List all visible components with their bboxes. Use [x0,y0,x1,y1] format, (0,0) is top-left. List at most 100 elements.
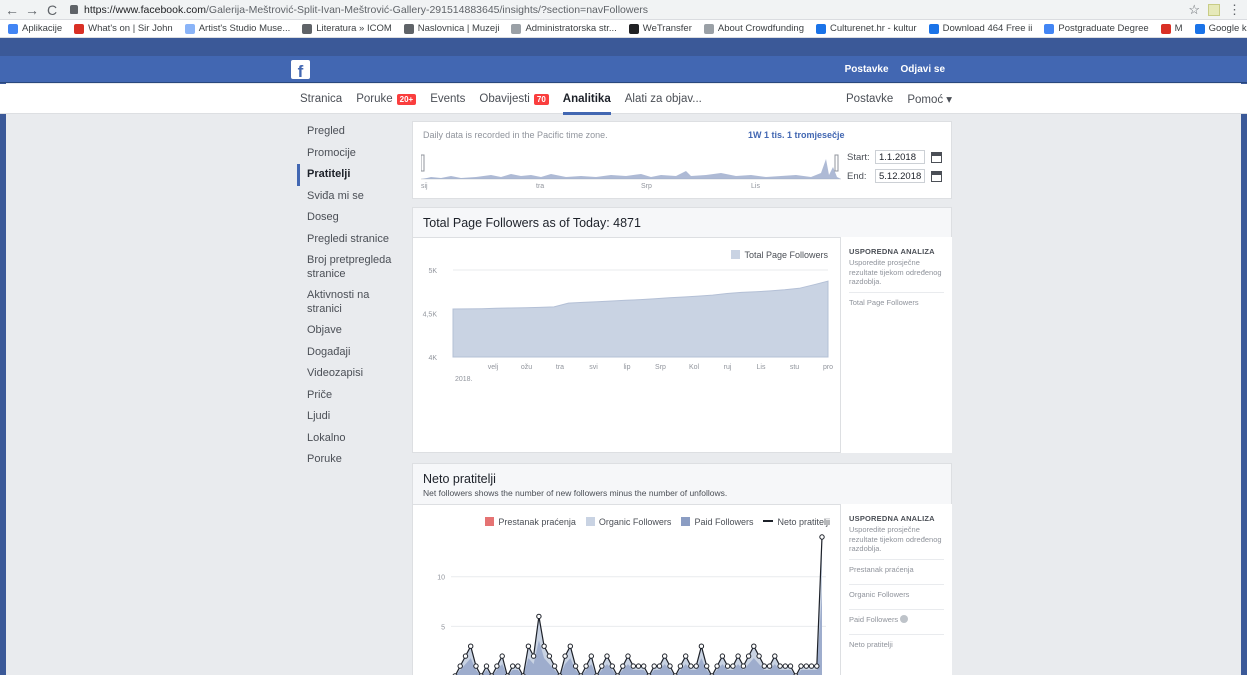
extension-icon[interactable] [1208,3,1220,16]
calendar-icon[interactable] [931,151,942,163]
net-followers-point [772,653,778,659]
followers-compare-panel: USPOREDNA ANALIZA Usporedite prosječne r… [840,237,952,453]
tab-obavijesti[interactable]: Obavijesti 70 [479,84,549,114]
compare-title: USPOREDNA ANALIZA [849,514,935,523]
bookmark-icon [184,23,195,34]
bookmark-item[interactable]: Culturenet.hr - kultur [815,23,917,34]
sidebar-item[interactable]: Pregled [297,121,405,143]
tab-events[interactable]: Events [430,84,465,114]
bookmark-icon [1160,23,1171,34]
range-presets[interactable]: 1W 1 tis. 1 tromjesečje [748,130,845,140]
fb-logout-link[interactable]: Odjavi se [901,64,945,75]
net-followers-point [473,663,479,669]
bookmark-label: Administratorska str... [525,23,617,34]
net-followers-point [798,663,804,669]
compare-item[interactable]: Paid Followers [849,608,944,629]
page-nav: Stranica Poruke 20+ Events Obavijesti 70 Anali… [0,84,1247,115]
sidebar-item[interactable]: Lokalno [297,428,405,450]
bookmark-item[interactable]: M [1160,23,1183,34]
sidebar-item[interactable]: Videozapisi [297,363,405,385]
calendar-icon[interactable] [931,170,942,182]
tab-label: Poruke [356,93,393,105]
timeline-mini-chart[interactable] [421,147,841,187]
net-followers-point [803,663,809,669]
info-icon[interactable] [900,614,909,623]
help-dropdown[interactable]: Pomoć ▾ [907,92,952,106]
net-followers-point [604,653,610,659]
sidebar-item[interactable]: Sviđa mi se [297,186,405,208]
sidebar-item[interactable]: Priče [297,385,405,407]
net-followers-point [510,663,516,669]
net-followers-point [698,643,705,649]
sidebar-item[interactable]: Aktivnosti na stranici [297,285,405,320]
bookmark-item[interactable]: About Crowdfunding [703,23,804,34]
y-tick-label: 10 [437,575,445,582]
compare-item[interactable]: Organic Followers [849,583,944,604]
bookmark-icon [703,23,714,34]
range-handle-right [834,154,839,172]
star-icon[interactable]: ☆ [1188,2,1200,18]
x-tick-label: Kol [689,364,700,371]
sidebar-item[interactable]: Pratitelji [297,164,405,186]
compare-item[interactable]: Prestanak praćenja [849,558,944,579]
net-followers-point [588,653,595,659]
compare-item[interactable]: Total Page Followers [849,291,944,312]
bookmark-label: Literatura » ICOM [316,23,392,34]
sidebar-item[interactable]: Poruke [297,449,405,471]
bookmark-item[interactable]: What's on | Sir John [74,23,173,34]
sidebar-item[interactable]: Događaji [297,342,405,364]
bookmark-icon [928,23,939,34]
bookmark-item[interactable]: Artist's Studio Muse... [184,23,290,34]
x-tick-label: pro [823,364,833,371]
compare-description: Usporedite prosječne rezultate tijekom o… [849,525,942,553]
fb-settings-link[interactable]: Postavke [845,64,889,75]
sidebar-item[interactable]: Promocije [297,143,405,165]
x-year-label: 2018. [455,376,473,383]
tab-analitika[interactable]: Analitika [562,84,611,115]
net-followers-point [651,663,657,669]
reload-icon[interactable]: C [44,2,60,18]
net-followers-line-chart[interactable]: 10 5 [413,505,842,675]
net-followers-point [677,663,684,669]
bookmark-item[interactable]: Naslovnica | Muzeji [403,23,499,34]
menu-icon[interactable]: ⋮ [1228,2,1241,18]
page-settings-link[interactable]: Postavke [846,93,893,105]
forward-icon[interactable]: → [24,2,40,18]
start-date-input[interactable]: 1.1.2018 [875,150,925,164]
net-followers-point [536,613,542,620]
facebook-logo-icon[interactable]: f [291,60,310,79]
sidebar-item[interactable]: Pregledi stranice [297,229,405,251]
bookmark-item[interactable]: Google kalendar - T... [1194,23,1247,34]
sidebar-item[interactable]: Objave [297,320,405,342]
date-fields: Start: 1.1.2018 End: 5.12.2018 [847,150,942,188]
tab-poruke[interactable]: Poruke 20+ [356,84,417,114]
net-followers-point [735,653,741,659]
bookmark-item[interactable]: Literatura » ICOM [302,23,392,34]
sidebar-item[interactable]: Broj pretpregleda stranice [297,250,405,285]
net-followers-point [714,663,720,669]
tab-stranica[interactable]: Stranica [300,84,342,114]
bookmark-item[interactable]: Postgraduate Degree [1044,23,1149,34]
compare-item[interactable]: Neto pratitelji [849,633,944,654]
timeline-axis-label: sij [421,183,428,190]
back-icon[interactable]: ← [4,2,20,18]
bookmark-item[interactable]: Aplikacije [8,23,62,34]
x-tick-label: stu [790,364,799,371]
timeline-axis-label: Srp [641,183,652,190]
url-bar[interactable]: https://www.facebook.com/Galerija-Meštro… [70,1,1180,18]
x-tick-label: lip [623,364,630,371]
net-followers-point [756,653,762,659]
bookmark-item[interactable]: WeTransfer [628,23,692,34]
sidebar-item[interactable]: Doseg [297,207,405,229]
bookmark-item[interactable]: Administratorska str... [511,23,617,34]
window-frame-right [1241,38,1247,675]
sidebar-item[interactable]: Ljudi [297,406,405,428]
followers-area-chart[interactable]: 5K 4,5K 4K velj ožu tra svi lip Srp Kol ruj Lis stu p… [413,238,842,454]
bookmark-icon [302,23,313,34]
net-followers-point [609,663,616,669]
net-followers-point [462,653,469,659]
bookmark-item[interactable]: Download 464 Free ii [928,23,1032,34]
end-date-input[interactable]: 5.12.2018 [875,169,925,183]
tab-alati-za-objav[interactable]: Alati za objav... [625,84,702,114]
bookmark-label: Culturenet.hr - kultur [829,23,917,34]
